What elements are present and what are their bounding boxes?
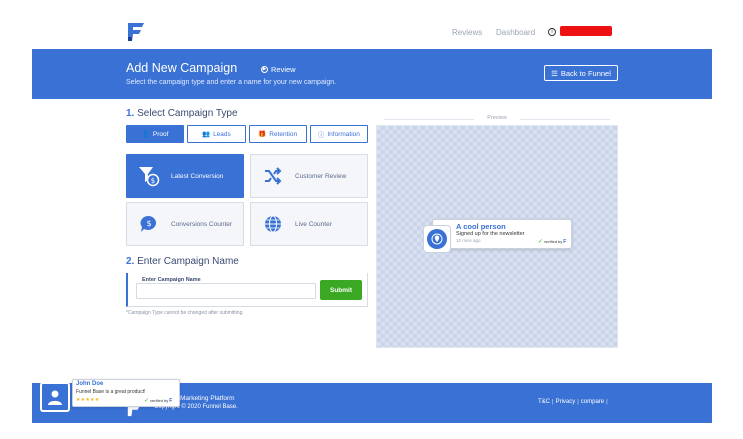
tab-proof[interactable]: 👤 Proof	[126, 125, 185, 143]
popup-message: Funnel Base is a great product!	[76, 389, 146, 395]
campaign-name-form: Enter Campaign Name Submit	[126, 273, 368, 307]
footer-links: T&C | Privacy | compare |	[538, 399, 608, 405]
notification-message: Signed up for the newsletter	[456, 231, 525, 237]
user-avatar-icon	[40, 382, 70, 412]
footer-link-tc[interactable]: T&C	[538, 399, 550, 405]
brand-mini-logo-icon: F	[169, 397, 173, 404]
brand-mini-logo-icon: F	[563, 238, 567, 245]
star-rating-icon: ★★★★★	[76, 397, 100, 403]
notification-name: A cool person	[456, 222, 506, 231]
nav-reviews-link[interactable]: Reviews	[452, 28, 482, 37]
top-nav: Reviews Dashboard i	[0, 0, 743, 48]
globe-icon	[261, 212, 285, 236]
users-icon: 👥	[201, 131, 211, 138]
notification-icon	[423, 225, 451, 253]
page-title: Add New Campaign	[126, 61, 238, 75]
gift-icon: 🎁	[258, 131, 267, 138]
info-icon: ⓘ	[317, 132, 325, 139]
type-live-counter[interactable]: Live Counter	[250, 202, 368, 246]
page-header-banner: Add New Campaign ▶ Review Select the cam…	[32, 49, 712, 99]
notification-time: 10 mins ago	[456, 238, 481, 243]
popup-name: John Doe	[76, 381, 104, 387]
shuffle-icon	[261, 164, 285, 188]
popup-verified-badge: ✓ verified by F	[144, 397, 173, 405]
user-plus-icon: 👤	[141, 131, 150, 138]
notification-verified-badge: ✓ verified by F	[538, 238, 567, 246]
brand-logo[interactable]	[126, 22, 146, 42]
section-select-type-title: 1. Select Campaign Type	[126, 108, 238, 119]
dollar-bubble-icon: $	[137, 212, 161, 236]
play-circle-icon: ▶	[261, 66, 268, 73]
svg-text:$: $	[146, 219, 151, 228]
nav-dashboard-link[interactable]: Dashboard	[496, 28, 535, 37]
submit-button[interactable]: Submit	[320, 280, 362, 300]
campaign-category-tabs: 👤 Proof 👥 Leads 🎁 Retention ⓘ Informatio…	[126, 125, 368, 143]
tab-information[interactable]: ⓘ Information	[309, 125, 368, 143]
info-icon[interactable]: i	[548, 28, 556, 36]
social-proof-popup[interactable]: John Doe Funnel Base is a great product!…	[38, 377, 180, 415]
section-campaign-name-title: 2. Enter Campaign Name	[126, 256, 239, 267]
check-icon: ✓	[538, 239, 544, 245]
back-to-funnel-button[interactable]: ☰ Back to Funnel	[544, 65, 618, 81]
campaign-type-grid: $ Latest Conversion Customer Review $ Co…	[126, 154, 368, 246]
preview-label: Preview	[376, 115, 618, 121]
type-customer-review[interactable]: Customer Review	[250, 154, 368, 198]
footer-link-compare[interactable]: compare	[581, 399, 604, 405]
type-latest-conversion[interactable]: $ Latest Conversion	[126, 154, 244, 198]
footer-tagline: Marketing Platform	[180, 395, 235, 402]
footer-link-privacy[interactable]: Privacy	[556, 399, 576, 405]
page-subtitle: Select the campaign type and enter a nam…	[126, 79, 337, 86]
tab-leads[interactable]: 👥 Leads	[187, 125, 246, 143]
review-link[interactable]: ▶ Review	[261, 65, 296, 74]
check-icon: ✓	[144, 398, 150, 404]
type-conversions-counter[interactable]: $ Conversions Counter	[126, 202, 244, 246]
campaign-name-input[interactable]	[136, 283, 316, 299]
list-icon: ☰	[551, 68, 558, 78]
svg-text:$: $	[151, 177, 155, 185]
campaign-type-note: *Campaign Type cannot be changed after s…	[126, 310, 244, 316]
back-to-funnel-label: Back to Funnel	[560, 68, 611, 78]
funnel-dollar-icon: $	[137, 164, 161, 188]
location-pin-icon	[427, 229, 447, 249]
tab-retention[interactable]: 🎁 Retention	[248, 125, 307, 143]
review-label: Review	[271, 65, 296, 74]
account-menu[interactable]	[560, 26, 612, 36]
